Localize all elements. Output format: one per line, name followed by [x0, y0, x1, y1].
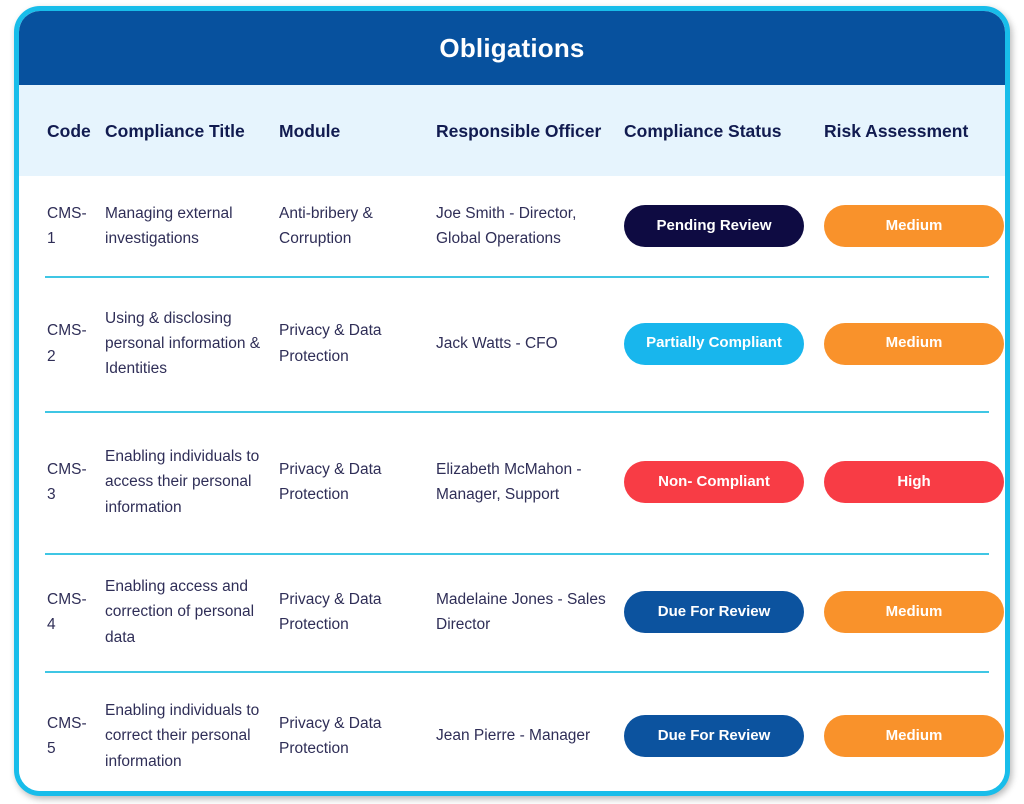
- cell-module: Privacy & Data Protection: [279, 590, 382, 633]
- cell-code: CMS-1: [47, 204, 87, 247]
- risk-badge[interactable]: High: [824, 461, 1004, 503]
- cell-risk-assessment: Medium: [824, 205, 1005, 247]
- cell-responsible-officer: Joe Smith - Director, Global Operations: [436, 204, 577, 247]
- table-row[interactable]: CMS-3 Enabling individuals to access the…: [19, 411, 1005, 553]
- cell-risk-assessment: High: [824, 461, 1005, 503]
- cell-compliance-title: Using & disclosing personal information …: [105, 309, 261, 378]
- table-row[interactable]: CMS-2 Using & disclosing personal inform…: [19, 276, 1005, 411]
- cell-responsible-officer: Madelaine Jones - Sales Director: [436, 590, 606, 633]
- cell-code: CMS-5: [47, 714, 87, 757]
- cell-compliance-status: Due For Review: [624, 591, 824, 633]
- column-header-compliance-title: Compliance Title: [105, 120, 245, 141]
- table-body: CMS-1 Managing external investigations A…: [19, 176, 1005, 791]
- column-header-responsible-officer: Responsible Officer: [436, 120, 602, 141]
- cell-responsible-officer: Jack Watts - CFO: [436, 334, 558, 352]
- cell-code: CMS-3: [47, 460, 87, 503]
- status-badge[interactable]: Partially Compliant: [624, 322, 804, 365]
- column-header-compliance-status: Compliance Status: [624, 120, 782, 141]
- risk-badge[interactable]: Medium: [824, 322, 1004, 365]
- table-row[interactable]: CMS-1 Managing external investigations A…: [19, 176, 1005, 276]
- column-header-module: Module: [279, 120, 341, 141]
- column-header-risk-assessment: Risk Assessment: [824, 120, 969, 141]
- table-row[interactable]: CMS-4 Enabling access and correction of …: [19, 553, 1005, 671]
- cell-compliance-title: Managing external investigations: [105, 204, 233, 247]
- cell-module: Anti-bribery & Corruption: [279, 204, 373, 247]
- cell-compliance-status: Partially Compliant: [624, 322, 824, 365]
- cell-module: Privacy & Data Protection: [279, 322, 382, 365]
- table-row[interactable]: CMS-5 Enabling individuals to correct th…: [19, 671, 1005, 791]
- cell-compliance-title: Enabling access and correction of person…: [105, 578, 255, 646]
- status-badge[interactable]: Pending Review: [624, 205, 804, 247]
- cell-compliance-status: Pending Review: [624, 205, 824, 247]
- cell-compliance-title: Enabling individuals to correct their pe…: [105, 702, 260, 770]
- risk-badge[interactable]: Medium: [824, 205, 1004, 247]
- cell-module: Privacy & Data Protection: [279, 714, 382, 757]
- page-title: Obligations: [439, 32, 585, 63]
- page-root: Obligations Code Compliance Title Module…: [0, 0, 1024, 804]
- cell-compliance-title: Enabling individuals to access their per…: [105, 448, 260, 516]
- cell-module: Privacy & Data Protection: [279, 460, 382, 503]
- table-header-row: Code Compliance Title Module Responsible…: [19, 85, 1005, 176]
- status-badge[interactable]: Due For Review: [624, 715, 804, 757]
- cell-code: CMS-2: [47, 322, 87, 365]
- cell-risk-assessment: Medium: [824, 322, 1005, 365]
- card-title-bar: Obligations: [19, 11, 1005, 85]
- risk-badge[interactable]: Medium: [824, 591, 1004, 633]
- status-badge[interactable]: Due For Review: [624, 591, 804, 633]
- cell-responsible-officer: Jean Pierre - Manager: [436, 727, 591, 745]
- status-badge[interactable]: Non- Compliant: [624, 461, 804, 503]
- cell-compliance-status: Due For Review: [624, 715, 824, 757]
- cell-risk-assessment: Medium: [824, 591, 1005, 633]
- cell-risk-assessment: Medium: [824, 715, 1005, 757]
- cell-responsible-officer: Elizabeth McMahon - Manager, Support: [436, 460, 582, 503]
- column-header-code: Code: [47, 120, 91, 141]
- cell-code: CMS-4: [47, 590, 87, 633]
- obligations-card: Obligations Code Compliance Title Module…: [14, 6, 1010, 796]
- cell-compliance-status: Non- Compliant: [624, 461, 824, 503]
- risk-badge[interactable]: Medium: [824, 715, 1004, 757]
